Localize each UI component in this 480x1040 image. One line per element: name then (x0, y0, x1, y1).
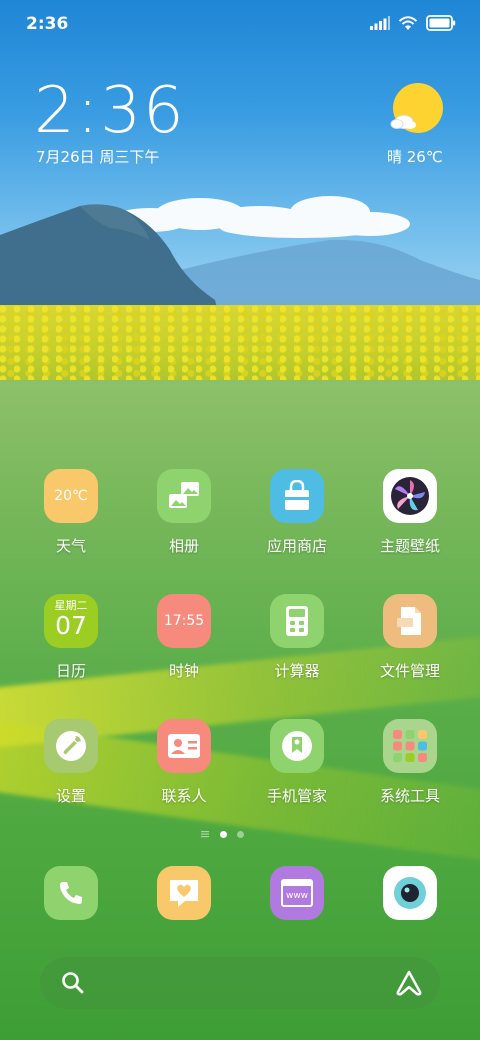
app-label: 文件管理 (379, 662, 440, 680)
app-contacts[interactable]: 联系人 (129, 719, 239, 819)
dock-camera[interactable] (383, 866, 437, 920)
browser-icon-text: www (285, 891, 309, 901)
phone-icon (44, 866, 98, 920)
app-label: 联系人 (161, 787, 207, 805)
status-time: 2:36 (26, 14, 69, 34)
gallery-glyph (169, 482, 199, 508)
app-label: 主题壁纸 (379, 537, 440, 555)
assistant-icon[interactable] (394, 969, 424, 997)
app-themes[interactable]: 主题壁纸 (355, 469, 465, 569)
status-icons (370, 15, 456, 31)
weather-summary[interactable]: 晴 26℃ (387, 146, 443, 167)
app-label: 相册 (168, 537, 199, 555)
folder-grid-glyph (393, 730, 427, 762)
phone-glyph (60, 882, 82, 904)
clock-widget-time[interactable]: 2:36 (34, 74, 186, 148)
app-label: 计算器 (274, 662, 320, 680)
calculator-glyph (286, 606, 308, 636)
calendar-icon: 星期二 07 (44, 594, 98, 648)
bag-glyph (285, 480, 309, 510)
status-bar: 2:36 (0, 0, 480, 50)
dock-messages[interactable] (157, 866, 211, 920)
settings-wrench-icon (44, 719, 98, 773)
app-file-manager[interactable]: 文件管理 (355, 594, 465, 694)
app-settings[interactable]: 设置 (16, 719, 126, 819)
dock-browser[interactable]: www (270, 866, 324, 920)
page-indicator[interactable] (200, 829, 244, 839)
app-store-bag-icon (270, 469, 324, 523)
gallery-icon (157, 469, 211, 523)
security-shield-icon (270, 719, 324, 773)
app-label: 手机管家 (266, 787, 327, 805)
message-heart-icon (157, 866, 211, 920)
search-icon (62, 972, 84, 994)
shield-glyph (282, 731, 312, 761)
folder-icon (383, 719, 437, 773)
app-label: 天气 (55, 537, 86, 555)
file-glyph (397, 607, 421, 635)
lens-glyph (394, 877, 426, 909)
page-dot-active (220, 830, 227, 838)
menu-lines-icon (201, 831, 209, 838)
message-glyph (170, 880, 198, 907)
search-bar[interactable] (40, 957, 440, 1009)
app-weather[interactable]: 20℃ 天气 (16, 469, 126, 569)
app-folder-system-tools[interactable]: 系统工具 (355, 719, 465, 819)
dock-phone[interactable] (44, 866, 98, 920)
app-label: 设置 (55, 787, 86, 805)
browser-www-icon: www (270, 866, 324, 920)
file-manager-icon (383, 594, 437, 648)
app-calendar[interactable]: 星期二 07 日历 (16, 594, 126, 694)
app-label: 日历 (55, 662, 86, 680)
app-label: 系统工具 (379, 787, 440, 805)
contact-card-glyph (168, 734, 200, 758)
battery-icon (426, 15, 456, 31)
app-security[interactable]: 手机管家 (242, 719, 352, 819)
app-clock[interactable]: 17:55 时钟 (129, 594, 239, 694)
signal-icon (370, 16, 390, 30)
app-label: 时钟 (168, 662, 199, 680)
calculator-icon (270, 594, 324, 648)
clock-icon-time: 17:55 (163, 613, 205, 629)
wallpaper-mountain (0, 204, 220, 320)
app-gallery[interactable]: 相册 (129, 469, 239, 569)
clock-widget-date[interactable]: 7月26日 周三下午 (36, 146, 159, 167)
calendar-day: 07 (55, 611, 87, 640)
wrench-glyph (56, 731, 86, 761)
camera-lens-icon (383, 866, 437, 920)
wifi-icon (398, 16, 418, 30)
clock-icon: 17:55 (157, 594, 211, 648)
app-store[interactable]: 应用商店 (242, 469, 352, 569)
flower-glyph (391, 477, 429, 515)
page-dot (237, 830, 244, 838)
app-label: 应用商店 (266, 537, 327, 555)
weather-icon-temp: 20℃ (54, 488, 88, 504)
contacts-card-icon (157, 719, 211, 773)
app-calculator[interactable]: 计算器 (242, 594, 352, 694)
weather-app-icon: 20℃ (44, 469, 98, 523)
themes-flower-icon (383, 469, 437, 523)
sun-cloud-icon[interactable] (388, 82, 448, 138)
